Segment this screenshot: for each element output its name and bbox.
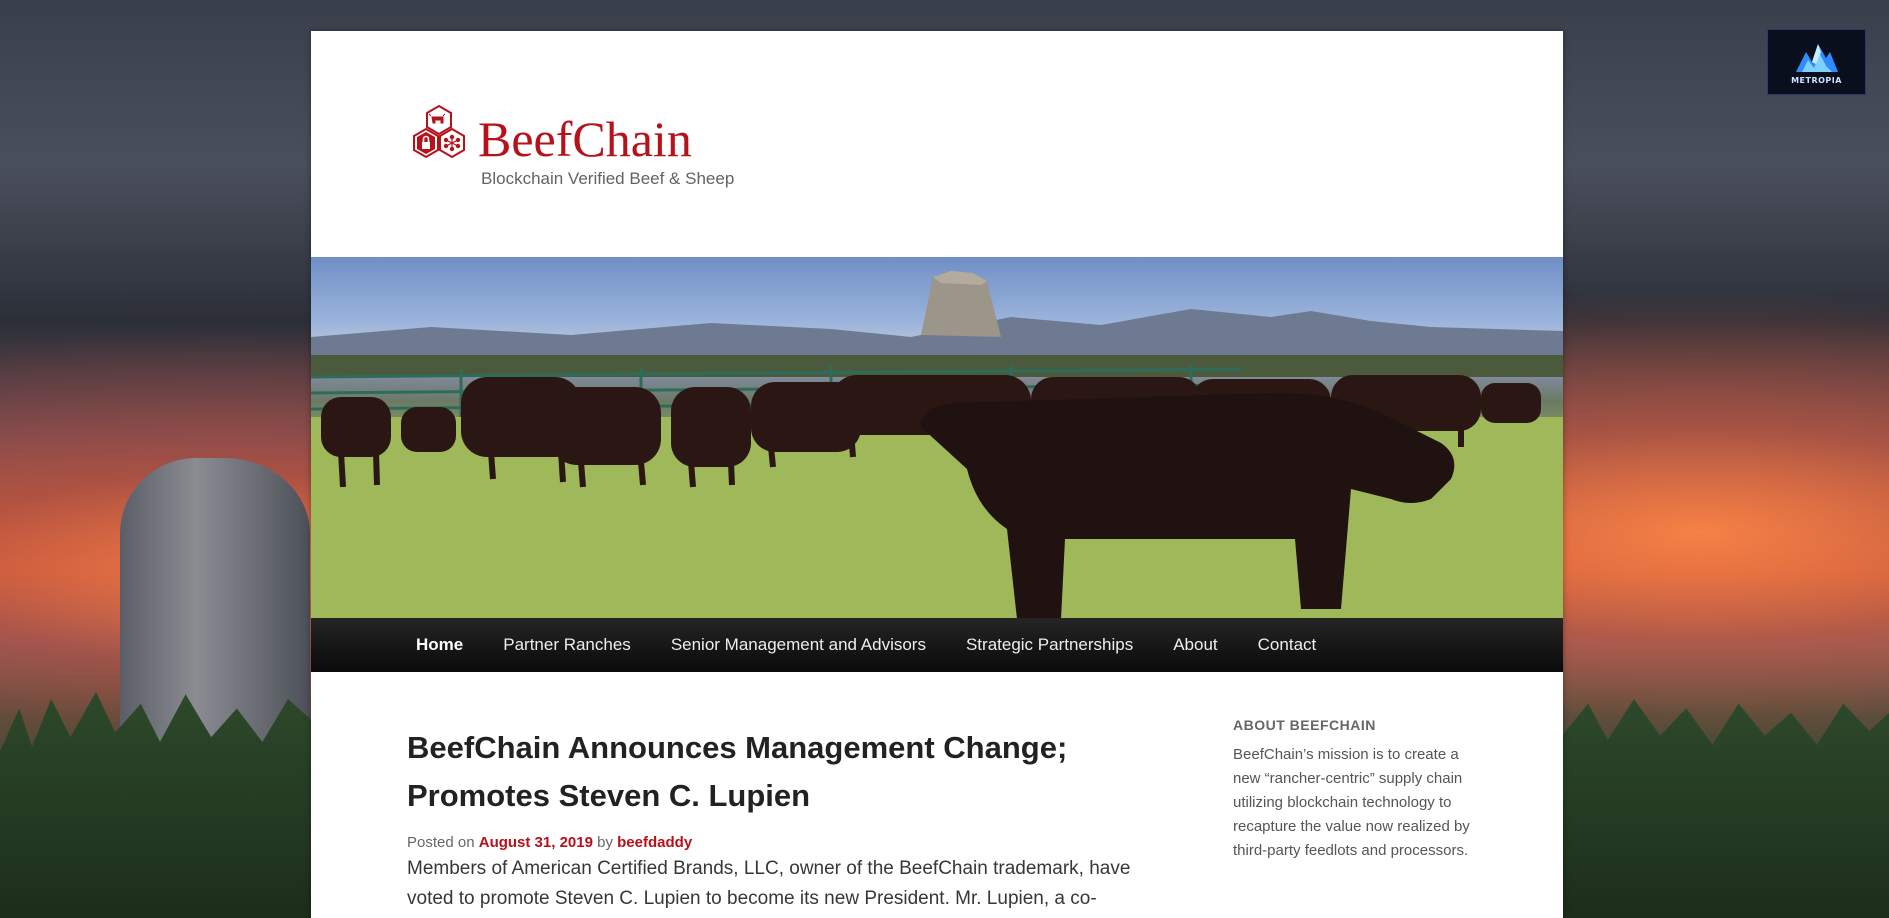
post-excerpt: Members of American Certified Brands, LL… xyxy=(407,858,1131,909)
nav-item-about[interactable]: About xyxy=(1153,635,1237,655)
by-label: by xyxy=(597,834,613,851)
background-forest-right xyxy=(1562,699,1889,918)
metropia-logo-icon xyxy=(1795,43,1838,72)
posted-on-label: Posted on xyxy=(407,834,475,851)
nav-item-contact[interactable]: Contact xyxy=(1238,635,1337,655)
post-meta: Posted on August 31, 2019 by beefdaddy xyxy=(407,834,1137,851)
nav-item-strategic-partnerships[interactable]: Strategic Partnerships xyxy=(946,635,1153,655)
main-navigation: Home Partner Ranches Senior Management a… xyxy=(311,618,1563,672)
site-logo-link[interactable]: BeefChain xyxy=(408,104,692,166)
nav-item-partner-ranches[interactable]: Partner Ranches xyxy=(483,635,651,655)
post-article: BeefChain Announces Management Change; P… xyxy=(407,724,1137,914)
post-author-link[interactable]: beefdaddy xyxy=(617,834,692,851)
widget-title: ABOUT BEEFCHAIN xyxy=(1233,717,1376,733)
site-tagline: Blockchain Verified Beef & Sheep xyxy=(481,169,735,188)
post-date-link[interactable]: August 31, 2019 xyxy=(479,834,593,851)
nav-item-senior-management[interactable]: Senior Management and Advisors xyxy=(651,635,946,655)
metropia-label: METROPIA xyxy=(1791,75,1842,85)
sidebar: ABOUT BEEFCHAIN BeefChain’s mission is t… xyxy=(1233,717,1473,863)
header-banner-image xyxy=(311,257,1563,618)
beefchain-logo-icon xyxy=(413,104,465,159)
site-header: BeefChain Blockchain Verified Beef & She… xyxy=(311,31,1563,257)
site-title[interactable]: BeefChain xyxy=(478,114,692,164)
post-title[interactable]: BeefChain Announces Management Change; P… xyxy=(407,724,1137,820)
metropia-badge[interactable]: METROPIA xyxy=(1767,29,1866,95)
nav-item-home[interactable]: Home xyxy=(396,635,483,655)
widget-text: BeefChain’s mission is to create a new “… xyxy=(1233,746,1470,859)
